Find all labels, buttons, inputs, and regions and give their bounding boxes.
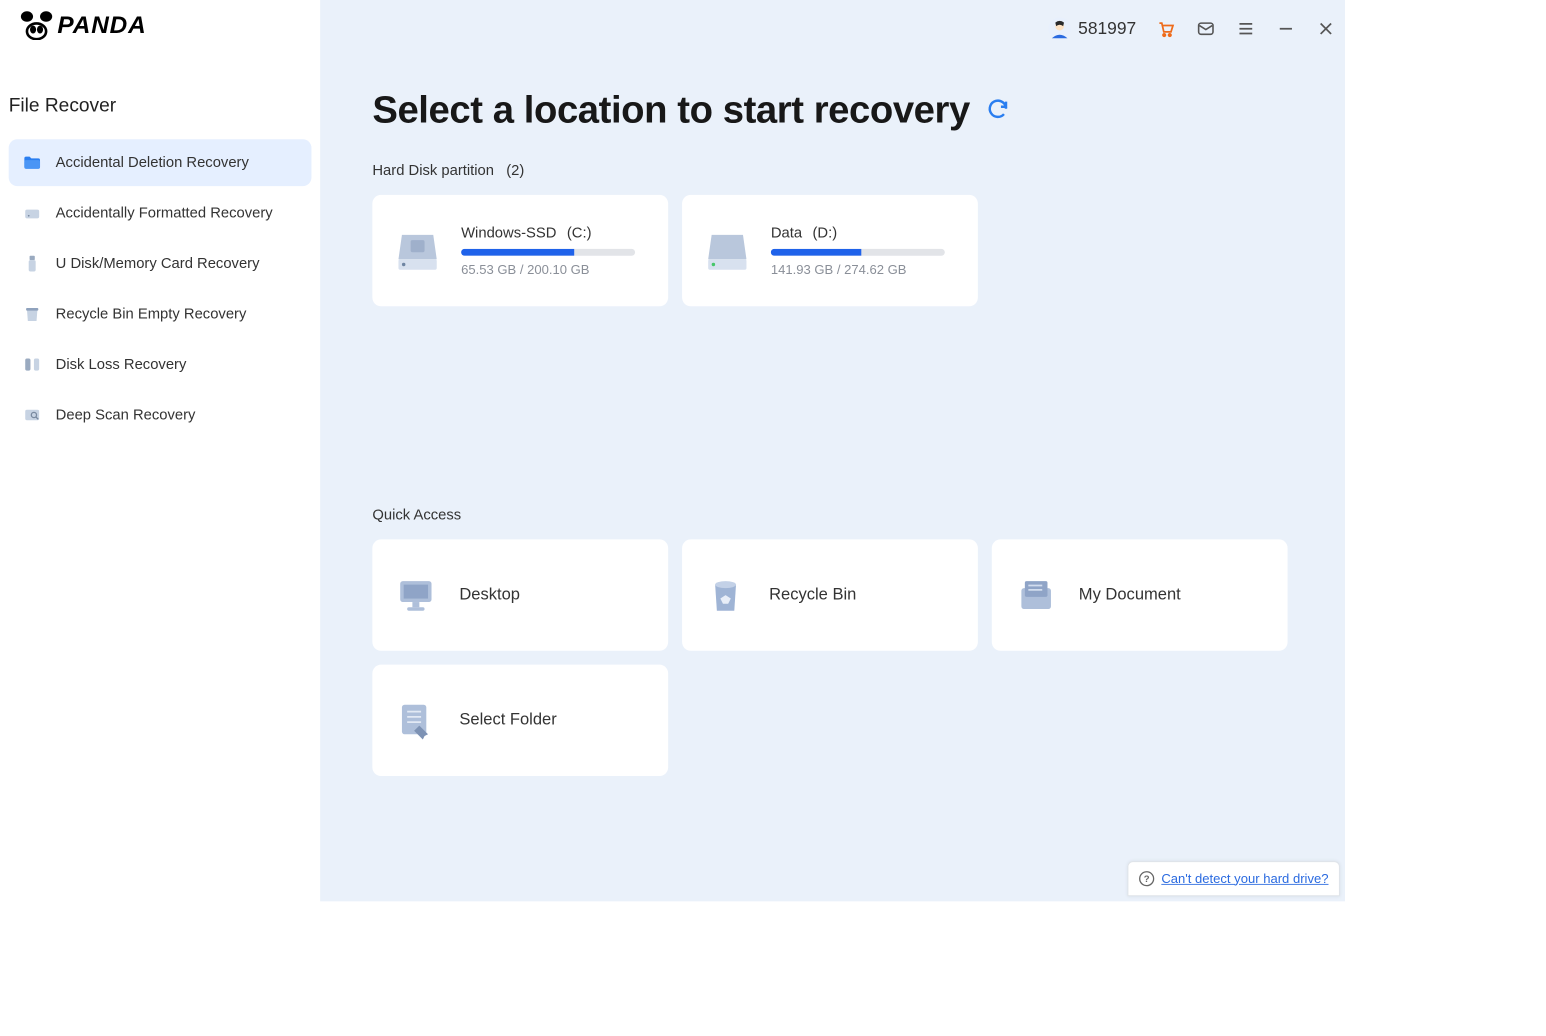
nav-label: U Disk/Memory Card Recovery	[56, 255, 260, 272]
select-folder-icon	[393, 698, 438, 743]
disk-card-d[interactable]: Data (D:) 141.93 GB / 274.62 GB	[682, 195, 978, 306]
nav-label: Accidentally Formatted Recovery	[56, 204, 273, 221]
sidebar-title: File Recover	[0, 78, 320, 135]
disk-letter: (D:)	[813, 224, 838, 241]
title-bar: PANDA 581997	[0, 0, 1345, 61]
brand-text: PANDA	[57, 11, 146, 38]
partition-icon	[21, 353, 44, 376]
help-pill[interactable]: ? Can't detect your hard drive?	[1127, 861, 1339, 896]
quick-label: Select Folder	[459, 711, 556, 730]
app-logo: PANDA	[17, 10, 146, 40]
usb-icon	[21, 252, 44, 275]
disk-usage: 65.53 GB / 200.10 GB	[461, 262, 647, 277]
usage-bar	[461, 248, 635, 255]
minimize-button[interactable]	[1275, 18, 1296, 39]
folder-icon	[21, 151, 44, 174]
quick-label: My Document	[1079, 586, 1181, 605]
disk-letter: (C:)	[567, 224, 592, 241]
content-area: Select a location to start recovery Hard…	[320, 78, 1345, 901]
hdd-icon	[703, 226, 752, 275]
disk-usage: 141.93 GB / 274.62 GB	[771, 262, 957, 277]
usage-bar	[771, 248, 945, 255]
trash-icon	[21, 303, 44, 326]
close-button[interactable]	[1315, 18, 1336, 39]
hdd-icon	[393, 226, 442, 275]
quick-recycle-bin[interactable]: Recycle Bin	[682, 539, 978, 650]
disk-card-c[interactable]: Windows-SSD (C:) 65.53 GB / 200.10 GB	[372, 195, 668, 306]
quick-label: Recycle Bin	[769, 586, 856, 605]
mail-icon[interactable]	[1195, 18, 1216, 39]
avatar-icon	[1049, 17, 1072, 40]
document-icon	[1013, 572, 1058, 617]
quick-access-label: Quick Access	[372, 506, 1292, 523]
menu-icon[interactable]	[1235, 18, 1256, 39]
disk-name: Data	[771, 224, 802, 241]
partition-section-label: Hard Disk partition (2)	[372, 162, 1292, 179]
nav-label: Accidental Deletion Recovery	[56, 154, 249, 171]
refresh-button[interactable]	[986, 96, 1010, 125]
help-link[interactable]: Can't detect your hard drive?	[1161, 871, 1328, 886]
nav-accidental-deletion[interactable]: Accidental Deletion Recovery	[9, 139, 312, 186]
quick-label: Desktop	[459, 586, 520, 605]
nav-formatted-recovery[interactable]: Accidentally Formatted Recovery	[9, 190, 312, 237]
user-account[interactable]: 581997	[1049, 17, 1137, 40]
nav-disk-loss-recovery[interactable]: Disk Loss Recovery	[9, 341, 312, 388]
help-icon: ?	[1139, 871, 1155, 887]
svg-text:?: ?	[1144, 874, 1150, 885]
page-title: Select a location to start recovery	[372, 89, 969, 133]
nav-recycle-bin-recovery[interactable]: Recycle Bin Empty Recovery	[9, 291, 312, 338]
quick-desktop[interactable]: Desktop	[372, 539, 668, 650]
disk-name: Windows-SSD	[461, 224, 556, 241]
drive-icon	[21, 202, 44, 225]
desktop-icon	[393, 572, 438, 617]
scan-icon	[21, 404, 44, 427]
nav-label: Disk Loss Recovery	[56, 356, 187, 373]
quick-select-folder[interactable]: Select Folder	[372, 665, 668, 776]
quick-my-document[interactable]: My Document	[992, 539, 1288, 650]
sidebar: File Recover Accidental Deletion Recover…	[0, 78, 320, 442]
cart-icon[interactable]	[1155, 18, 1176, 39]
nav-label: Deep Scan Recovery	[56, 406, 196, 423]
user-id: 581997	[1078, 19, 1136, 39]
nav-usb-recovery[interactable]: U Disk/Memory Card Recovery	[9, 240, 312, 287]
recycle-bin-icon	[703, 572, 748, 617]
nav-deep-scan-recovery[interactable]: Deep Scan Recovery	[9, 392, 312, 439]
nav-label: Recycle Bin Empty Recovery	[56, 305, 247, 322]
